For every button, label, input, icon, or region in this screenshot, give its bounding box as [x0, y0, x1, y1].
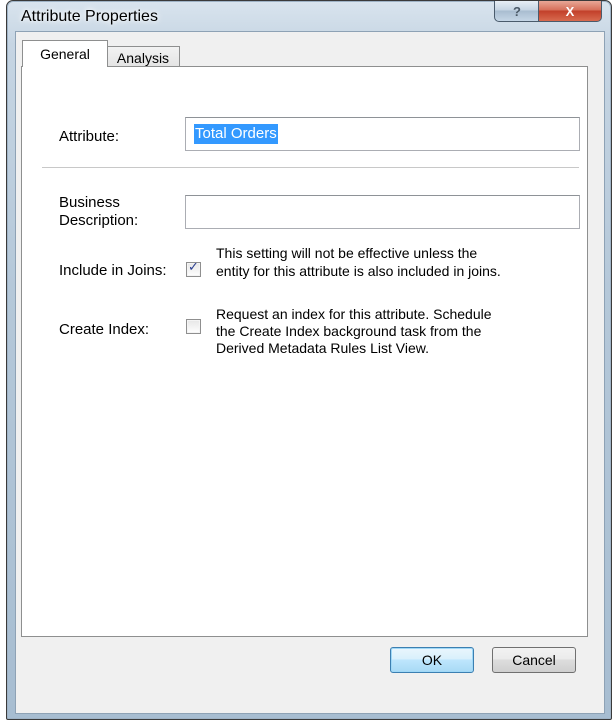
close-button[interactable]: X — [538, 1, 602, 22]
title-bar[interactable]: Attribute Properties ? X — [7, 1, 611, 31]
tab-general[interactable]: General — [22, 40, 108, 67]
section-divider — [42, 167, 579, 168]
window-title: Attribute Properties — [21, 8, 158, 25]
create-index-note-line2: the Create Index background task from th… — [216, 323, 482, 339]
cancel-button[interactable]: Cancel — [492, 647, 576, 673]
include-in-joins-note-line2: entity for this attribute is also includ… — [216, 263, 501, 279]
checkmark-icon: ✓ — [188, 260, 199, 275]
business-description-label-line2: Description: — [59, 212, 139, 229]
attribute-input[interactable]: Total Orders — [185, 117, 580, 151]
business-description-label-line1: Business — [59, 194, 120, 211]
close-icon: X — [565, 3, 575, 19]
include-in-joins-note-line1: This setting will not be effective unles… — [216, 245, 478, 261]
create-index-note-line1: Request an index for this attribute. Sch… — [216, 306, 492, 322]
tab-analysis-label: Analysis — [116, 50, 170, 66]
attribute-label: Attribute: — [59, 128, 120, 145]
create-index-checkbox[interactable] — [186, 319, 201, 334]
include-in-joins-checkbox[interactable]: ✓ — [186, 260, 201, 277]
ok-button-label: OK — [421, 652, 443, 668]
question-mark-icon: ? — [513, 3, 521, 19]
cancel-button-label: Cancel — [512, 652, 556, 668]
ok-button[interactable]: OK — [390, 647, 474, 673]
include-in-joins-label: Include in Joins: — [59, 262, 167, 279]
attribute-value-selected: Total Orders — [194, 124, 278, 144]
create-index-label: Create Index: — [59, 321, 150, 338]
business-description-input[interactable] — [185, 195, 580, 229]
create-index-note-line3: Derived Metadata Rules List View. — [216, 340, 429, 356]
help-button[interactable]: ? — [494, 1, 540, 22]
tab-general-label: General — [40, 46, 90, 62]
